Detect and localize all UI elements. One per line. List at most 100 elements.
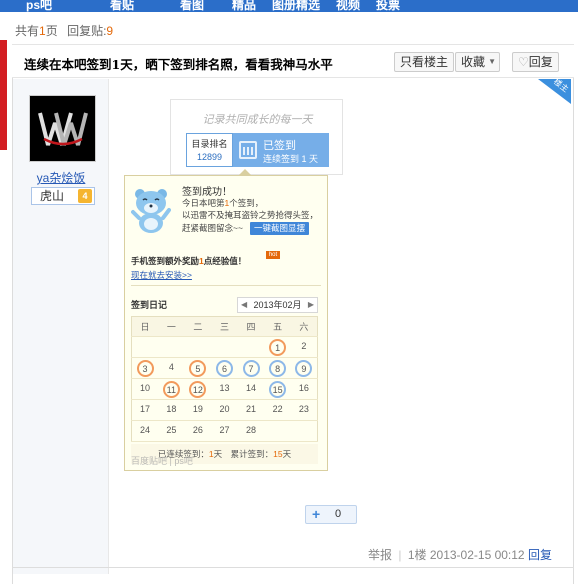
calendar-day[interactable]: 19 xyxy=(184,399,212,421)
calendar-day[interactable]: 3 xyxy=(131,357,159,379)
weekday-header: 五 xyxy=(264,316,291,337)
side-banner-strip xyxy=(0,40,7,150)
calendar-day[interactable]: 4 xyxy=(158,357,185,379)
calendar-day[interactable]: 27 xyxy=(211,420,238,442)
calendar-day[interactable]: 7 xyxy=(237,357,265,379)
signin-card: 记录共同成长的每一天 目录排名 12899 已签到 连续签到 1 天 xyxy=(170,99,343,175)
calendar-icon xyxy=(239,141,257,159)
calendar-day-number: 24 xyxy=(140,424,151,435)
weekday-header: 二 xyxy=(184,316,212,337)
signed-status-box[interactable]: 已签到 连续签到 1 天 xyxy=(233,133,329,167)
calendar-day-number: 26 xyxy=(192,424,203,435)
next-month-arrow-icon[interactable]: ▶ xyxy=(308,298,314,312)
like-button[interactable]: + 0 xyxy=(305,505,357,524)
nav-tab-images[interactable]: 看图 xyxy=(180,0,204,12)
nav-home-ps[interactable]: ps吧 xyxy=(26,0,52,12)
calendar-day-number xyxy=(243,338,260,355)
calendar-day xyxy=(184,336,212,358)
month-selector: ◀ 2013年02月 ▶ xyxy=(237,297,318,313)
weekday-header: 一 xyxy=(158,316,185,337)
owner-corner-badge: 楼主 xyxy=(538,79,571,104)
popup-divider xyxy=(131,285,321,286)
calendar-day xyxy=(158,336,185,358)
reply-button[interactable]: ♡回复 xyxy=(512,52,559,72)
calendar-week-row: 10 11 12 13 14 15 16 xyxy=(131,378,318,400)
mobile-bonus-suffix: 点经验值！ xyxy=(203,256,247,266)
calendar-day[interactable]: 8 xyxy=(264,357,291,379)
thread-title-bar: 连续在本吧签到1天，晒下签到排名照，看看我神马水平 只看楼主 收藏 ▼ ♡回复 xyxy=(12,44,574,78)
avatar[interactable] xyxy=(29,95,96,162)
calendar-day-number: 7 xyxy=(242,359,260,377)
calendar-day-number: 10 xyxy=(140,382,151,393)
calendar-day[interactable]: 22 xyxy=(264,399,291,421)
calendar-day-number: 14 xyxy=(246,382,257,393)
report-link[interactable]: 举报 xyxy=(368,548,392,562)
nav-tab-albums[interactable]: 图册精选 xyxy=(272,0,320,12)
calendar-day[interactable]: 28 xyxy=(237,420,265,442)
username-link[interactable]: ya杂烩饭 xyxy=(13,169,109,186)
weekday-header: 三 xyxy=(211,316,238,337)
summary-suffix: 天 xyxy=(282,449,292,459)
user-level-badge[interactable]: 虎山 4 xyxy=(31,187,95,205)
calendar-day[interactable]: 9 xyxy=(290,357,318,379)
calendar-day-number: 17 xyxy=(140,403,151,414)
calendar-day[interactable]: 20 xyxy=(211,399,238,421)
calendar-day-number xyxy=(163,338,180,355)
total-pages-prefix: 共有 xyxy=(15,24,40,38)
nav-tab-votes[interactable]: 投票 xyxy=(376,0,400,12)
calendar-day[interactable]: 15 xyxy=(264,378,291,400)
footer-reply-link[interactable]: 回复 xyxy=(528,548,552,562)
calendar-day xyxy=(211,336,238,358)
calendar-day[interactable]: 12 xyxy=(184,378,212,400)
calendar-day-number: 28 xyxy=(246,424,257,435)
calendar-day[interactable]: 6 xyxy=(211,357,238,379)
calendar-day-number: 23 xyxy=(298,403,309,414)
calendar-day xyxy=(131,336,159,358)
nav-tab-posts[interactable]: 看贴 xyxy=(110,0,134,12)
calendar-day[interactable]: 24 xyxy=(131,420,159,442)
mobile-bonus-prefix: 手机签到额外奖励 xyxy=(131,256,200,266)
calendar-day[interactable]: 14 xyxy=(237,378,265,400)
calendar-day-number xyxy=(295,422,312,439)
calendar-day-number: 19 xyxy=(192,403,203,414)
calendar-day[interactable]: 5 xyxy=(184,357,212,379)
nav-tab-featured[interactable]: 精品 xyxy=(232,0,256,12)
weekday-header: 日 xyxy=(131,316,159,337)
calendar-day[interactable]: 10 xyxy=(131,378,159,400)
calendar-day-number: 18 xyxy=(166,403,177,414)
nav-tab-videos[interactable]: 视频 xyxy=(336,0,360,12)
calendar-day[interactable]: 1 xyxy=(264,336,291,358)
rank-label: 目录排名 xyxy=(191,139,228,149)
prev-month-arrow-icon[interactable]: ◀ xyxy=(241,298,247,312)
calendar-day-number: 27 xyxy=(219,424,230,435)
today-rank-text: 今日本吧第1个签到， xyxy=(182,197,263,209)
favorite-button[interactable]: 收藏 ▼ xyxy=(455,52,501,72)
calendar-day[interactable]: 2 xyxy=(290,336,318,358)
signin-slogan: 记录共同成长的每一天 xyxy=(202,113,313,126)
calendar-day[interactable]: 18 xyxy=(158,399,185,421)
today-rank-suffix: 个签到， xyxy=(229,198,264,208)
calendar-day[interactable]: 25 xyxy=(158,420,185,442)
only-owner-button[interactable]: 只看楼主 xyxy=(394,52,455,72)
chevron-down-icon: ▼ xyxy=(488,57,497,66)
calendar-week-row: 12 xyxy=(131,336,318,358)
calendar-day[interactable]: 11 xyxy=(158,378,185,400)
calendar-day[interactable]: 17 xyxy=(131,399,159,421)
calendar-day[interactable]: 13 xyxy=(211,378,238,400)
signin-diary-title: 签到日记 xyxy=(131,300,168,310)
calendar-day-number: 4 xyxy=(168,361,174,372)
calendar-day[interactable]: 21 xyxy=(237,399,265,421)
plus-icon: + xyxy=(312,506,321,522)
calendar-day-number: 20 xyxy=(219,403,230,414)
post-bottom-divider xyxy=(12,567,574,568)
screenshot-share-button[interactable]: 一键截图显摆 xyxy=(250,222,310,235)
image-watermark: 百度贴吧 | ps吧 xyxy=(131,456,193,466)
calendar-day-number: 15 xyxy=(269,380,287,398)
author-panel: ya杂烩饭 虎山 4 xyxy=(13,79,109,574)
install-now-link[interactable]: 现在就去安装>> xyxy=(131,269,192,281)
calendar-day[interactable]: 26 xyxy=(184,420,212,442)
calendar-day[interactable]: 23 xyxy=(290,399,318,421)
calendar-day[interactable]: 16 xyxy=(290,378,318,400)
calendar-day-number: 5 xyxy=(189,359,207,377)
calendar-day-number xyxy=(269,422,286,439)
